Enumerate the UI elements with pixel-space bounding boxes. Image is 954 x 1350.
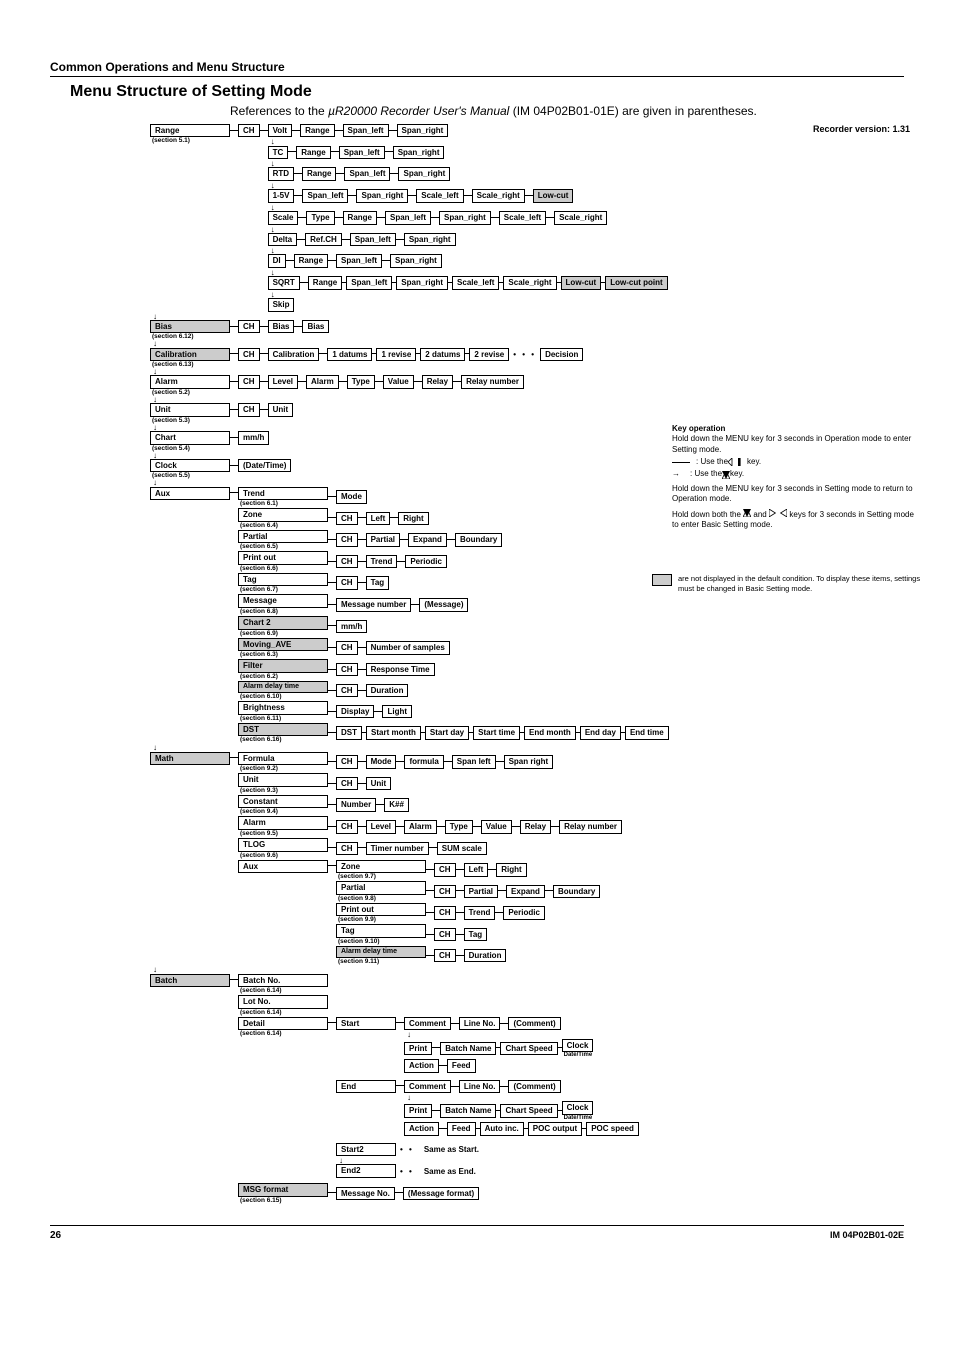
page-number: 26 [50,1230,61,1241]
skip: Skip [268,298,295,312]
unit-item: Unit [150,403,230,417]
volt: Volt [268,124,293,138]
default-condition-note: are not displayed in the default conditi… [652,574,922,594]
bias-item: Bias [150,320,230,334]
di: DI [268,254,286,268]
aux-item: Aux [150,487,230,501]
batch-item: Batch [150,974,230,988]
chart-item: Chart [150,431,230,445]
ch-box: CH [238,124,260,138]
calibration-item: Calibration [150,348,230,362]
menu-diagram: Recorder version: 1.31 Range (section 5.… [150,124,910,1205]
tc: TC [268,146,289,160]
page-title: Menu Structure of Setting Mode [70,83,904,101]
key-operation-box: Key operation Hold down the MENU key for… [672,424,922,531]
page-footer: 26 IM 04P02B01-02E [50,1225,904,1241]
section-header: Common Operations and Menu Structure [50,60,904,77]
sqrt: SQRT [268,276,300,290]
doc-number: IM 04P02B01-02E [830,1230,904,1241]
range-item: Range [150,124,230,138]
clock-item: Clock [150,459,230,473]
rtd: RTD [268,167,294,181]
intro-text: References to the µR20000 Recorder User'… [230,103,904,120]
math-item: Math [150,752,230,766]
onefive: 1-5V [268,189,295,203]
alarm-item: Alarm [150,375,230,389]
scale: Scale [268,211,299,225]
delta: Delta [268,233,298,247]
